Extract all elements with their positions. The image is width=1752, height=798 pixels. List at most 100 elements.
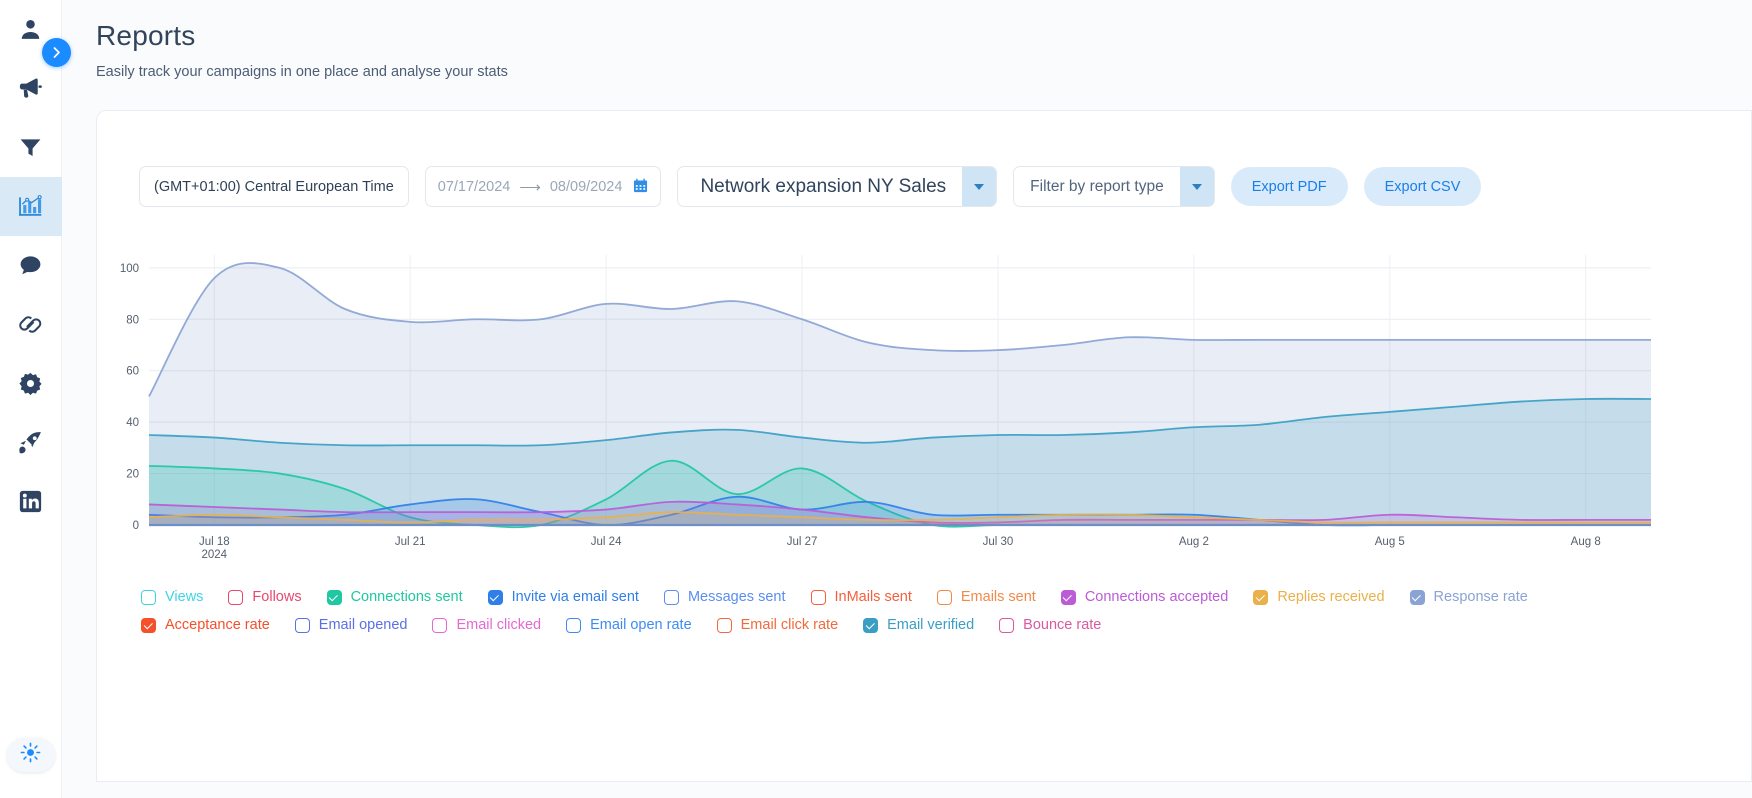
legend-item-views[interactable]: Views xyxy=(141,589,203,605)
legend-item-emails-sent[interactable]: Emails sent xyxy=(936,589,1036,605)
campaign-select[interactable]: Network expansion NY Sales xyxy=(677,166,998,207)
theme-toggle-button[interactable] xyxy=(6,738,55,772)
sun-brightness-icon xyxy=(20,742,41,768)
legend-item-email-verified[interactable]: Email verified xyxy=(863,617,974,633)
legend-checkbox[interactable] xyxy=(326,589,342,605)
sidebar-item-boost[interactable] xyxy=(0,413,62,472)
legend-item-email-clicked[interactable]: Email clicked xyxy=(432,617,541,633)
legend-label: Response rate xyxy=(1433,589,1528,605)
legend-checkbox[interactable] xyxy=(1409,589,1425,605)
legend-label: Follows xyxy=(252,589,302,605)
link-icon xyxy=(17,311,44,338)
legend-item-email-open-rate[interactable]: Email open rate xyxy=(566,617,692,633)
rocket-icon xyxy=(17,429,44,456)
sidebar-item-linkedin[interactable] xyxy=(0,472,62,531)
legend-item-invite-via-email-sent[interactable]: Invite via email sent xyxy=(487,589,639,605)
page-content: Reports Easily track your campaigns in o… xyxy=(62,0,1752,798)
bar-chart-icon xyxy=(17,194,44,220)
legend-row-primary: Views Follows Connections sent Invite via e… xyxy=(141,589,1751,605)
date-range-picker[interactable]: 07/17/2024 ⟶ 08/09/2024 xyxy=(424,166,662,207)
chevron-down-icon[interactable] xyxy=(1179,167,1214,206)
area-chart-svg: 0 20 40 60 80 100 Jul 182024 Jul 21 Jul 24 Jul 27… xyxy=(120,255,1652,561)
legend-item-connections-sent[interactable]: Connections sent xyxy=(326,589,463,605)
legend-item-replies-received[interactable]: Replies received xyxy=(1253,589,1385,605)
page-header: Reports Easily track your campaigns in o… xyxy=(62,0,1752,80)
legend-label: Replies received xyxy=(1277,589,1385,605)
legend-label: Views xyxy=(165,589,204,605)
svg-text:60: 60 xyxy=(126,366,139,378)
svg-text:80: 80 xyxy=(126,314,139,326)
legend-label: Email open rate xyxy=(590,617,692,633)
linkedin-icon xyxy=(18,489,43,514)
legend-label: Messages sent xyxy=(687,589,786,605)
timezone-value: (GMT+01:00) Central European Time xyxy=(154,178,394,195)
sidebar-item-filters[interactable] xyxy=(0,118,62,177)
legend-item-inmails-sent[interactable]: InMails sent xyxy=(810,589,912,605)
calendar-icon[interactable] xyxy=(633,178,648,196)
legend-checkbox[interactable] xyxy=(141,589,156,605)
sidebar-rail xyxy=(0,0,71,798)
legend-item-email-click-rate[interactable]: Email click rate xyxy=(716,617,839,633)
date-to-value: 08/09/2024 xyxy=(549,178,623,195)
legend-label: Invite via email sent xyxy=(511,589,639,605)
sidebar-item-integrations[interactable] xyxy=(0,295,62,354)
legend-checkbox[interactable] xyxy=(141,617,156,633)
legend-checkbox[interactable] xyxy=(432,617,448,633)
legend-checkbox[interactable] xyxy=(294,617,310,633)
legend-checkbox[interactable] xyxy=(1253,589,1269,605)
page-subtitle: Easily track your campaigns in one place… xyxy=(96,64,508,80)
report-type-select-value: Filter by report type xyxy=(1030,177,1164,195)
reports-card: (GMT+01:00) Central European Time 07/17/… xyxy=(96,110,1752,782)
legend-label: Email verified xyxy=(887,617,975,633)
svg-text:Jul 27: Jul 27 xyxy=(787,536,818,548)
svg-text:Aug 2: Aug 2 xyxy=(1179,536,1209,548)
legend-checkbox[interactable] xyxy=(228,589,244,605)
svg-text:20: 20 xyxy=(126,469,139,481)
legend-checkbox[interactable] xyxy=(810,589,826,605)
legend-checkbox[interactable] xyxy=(663,589,679,605)
megaphone-icon xyxy=(17,75,44,102)
reports-page: Reports Easily track your campaigns in o… xyxy=(0,0,1752,798)
legend-label: Email clicked xyxy=(456,617,542,633)
reports-toolbar: (GMT+01:00) Central European Time 07/17/… xyxy=(97,111,1751,207)
legend-row-secondary: Acceptance rate Email opened Email clicked… xyxy=(141,617,1751,633)
svg-text:Jul 18: Jul 18 xyxy=(199,536,230,548)
page-title: Reports xyxy=(96,20,196,51)
legend-item-connections-accepted[interactable]: Connections accepted xyxy=(1060,589,1229,605)
chat-bubble-icon xyxy=(18,253,43,278)
legend-item-follows[interactable]: Follows xyxy=(228,589,302,605)
legend-item-bounce-rate[interactable]: Bounce rate xyxy=(999,617,1101,633)
report-type-select[interactable]: Filter by report type xyxy=(1013,166,1215,207)
funnel-icon xyxy=(18,135,43,160)
legend-checkbox[interactable] xyxy=(863,617,879,633)
legend-item-messages-sent[interactable]: Messages sent xyxy=(663,589,786,605)
sidebar-collapse-toggle[interactable] xyxy=(42,38,71,67)
date-from-value: 07/17/2024 xyxy=(437,178,511,195)
legend-item-acceptance-rate[interactable]: Acceptance rate xyxy=(141,617,270,633)
person-icon xyxy=(18,17,43,42)
export-csv-button[interactable]: Export CSV xyxy=(1363,167,1482,206)
sidebar-item-settings[interactable] xyxy=(0,354,62,413)
legend-item-email-opened[interactable]: Email opened xyxy=(294,617,407,633)
legend-checkbox[interactable] xyxy=(566,617,582,633)
legend-checkbox[interactable] xyxy=(1060,589,1076,605)
legend-checkbox[interactable] xyxy=(999,617,1015,633)
gear-icon xyxy=(18,371,43,396)
legend-checkbox[interactable] xyxy=(487,589,503,605)
timezone-select[interactable]: (GMT+01:00) Central European Time xyxy=(139,166,409,207)
chart-legend: Views Follows Connections sent Invite via e… xyxy=(97,571,1751,633)
legend-label: Email click rate xyxy=(740,617,839,633)
legend-label: Connections accepted xyxy=(1084,589,1229,605)
sidebar-item-reports[interactable] xyxy=(0,177,62,236)
chevron-down-icon[interactable] xyxy=(962,167,997,206)
legend-checkbox[interactable] xyxy=(716,617,732,633)
legend-item-response-rate[interactable]: Response rate xyxy=(1409,589,1528,605)
export-pdf-button[interactable]: Export PDF xyxy=(1230,167,1348,206)
sidebar-item-inbox[interactable] xyxy=(0,236,62,295)
legend-checkbox[interactable] xyxy=(936,589,952,605)
legend-label: Bounce rate xyxy=(1023,617,1102,633)
legend-label: InMails sent xyxy=(834,589,912,605)
svg-text:Jul 30: Jul 30 xyxy=(983,536,1014,548)
sidebar-item-campaigns[interactable] xyxy=(0,59,62,118)
svg-text:0: 0 xyxy=(133,520,139,532)
